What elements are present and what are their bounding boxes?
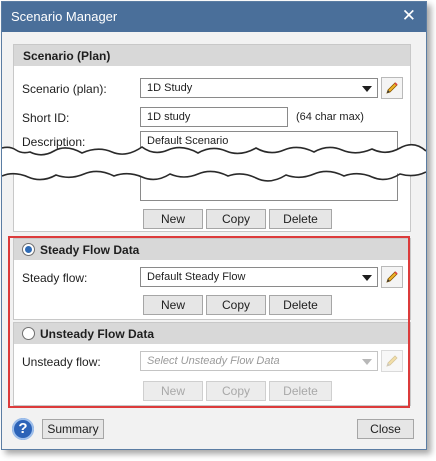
unsteady-flow-radio[interactable] xyxy=(22,327,35,340)
scenario-plan-header: Scenario (Plan) xyxy=(14,45,410,66)
title-bar: Scenario Manager ✕ xyxy=(2,2,426,32)
steady-flow-label: Steady flow: xyxy=(22,271,88,285)
unsteady-flow-placeholder: Select Unsteady Flow Data xyxy=(147,355,280,367)
scenario-plan-header-label: Scenario (Plan) xyxy=(23,49,111,63)
help-icon[interactable]: ? xyxy=(12,418,34,440)
close-button[interactable]: Close xyxy=(357,419,414,439)
scenario-dropdown-value: 1D Study xyxy=(147,82,193,94)
steady-flow-header-label: Steady Flow Data xyxy=(40,243,140,257)
edit-scenario-button[interactable] xyxy=(381,77,403,99)
torn-break-graphic xyxy=(2,143,426,182)
steady-flow-radio[interactable] xyxy=(22,243,35,256)
scenario-delete-button[interactable]: Delete xyxy=(269,209,332,229)
close-icon[interactable]: ✕ xyxy=(402,7,416,25)
steady-flow-header: Steady Flow Data xyxy=(14,239,410,260)
short-id-hint: (64 char max) xyxy=(296,111,364,123)
steady-flow-dropdown[interactable]: Default Steady Flow xyxy=(140,267,378,287)
short-id-value: 1D study xyxy=(147,111,191,123)
unsteady-copy-button[interactable]: Copy xyxy=(206,381,266,401)
steady-new-button[interactable]: New xyxy=(143,295,203,315)
scenario-manager-window: Scenario Manager ✕ Scenario (Plan) Scena… xyxy=(1,1,427,450)
short-id-label: Short ID: xyxy=(22,111,70,125)
short-id-field[interactable]: 1D study xyxy=(140,107,288,127)
window-title: Scenario Manager xyxy=(11,9,118,24)
unsteady-flow-label: Unsteady flow: xyxy=(22,355,101,369)
unsteady-new-button[interactable]: New xyxy=(143,381,203,401)
chevron-down-icon xyxy=(362,275,372,281)
scenario-copy-button[interactable]: Copy xyxy=(206,209,266,229)
unsteady-flow-header-label: Unsteady Flow Data xyxy=(40,327,155,341)
scenario-new-button[interactable]: New xyxy=(143,209,203,229)
summary-button[interactable]: Summary xyxy=(42,419,104,439)
pencil-icon xyxy=(386,271,398,283)
pencil-icon xyxy=(386,82,398,94)
pencil-icon xyxy=(386,355,398,367)
chevron-down-icon xyxy=(362,359,372,365)
unsteady-flow-section: Unsteady Flow Data Unsteady flow: Select… xyxy=(13,322,411,406)
steady-flow-value: Default Steady Flow xyxy=(147,271,246,283)
edit-steady-flow-button[interactable] xyxy=(381,266,403,288)
edit-unsteady-flow-button[interactable] xyxy=(381,350,403,372)
scenario-label: Scenario (plan): xyxy=(22,82,107,96)
unsteady-flow-dropdown[interactable]: Select Unsteady Flow Data xyxy=(140,351,378,371)
scenario-dropdown[interactable]: 1D Study xyxy=(140,78,378,98)
unsteady-delete-button[interactable]: Delete xyxy=(269,381,332,401)
steady-delete-button[interactable]: Delete xyxy=(269,295,332,315)
unsteady-flow-header: Unsteady Flow Data xyxy=(14,323,410,344)
chevron-down-icon xyxy=(362,86,372,92)
steady-flow-section: Steady Flow Data Steady flow: Default St… xyxy=(13,238,411,320)
steady-copy-button[interactable]: Copy xyxy=(206,295,266,315)
